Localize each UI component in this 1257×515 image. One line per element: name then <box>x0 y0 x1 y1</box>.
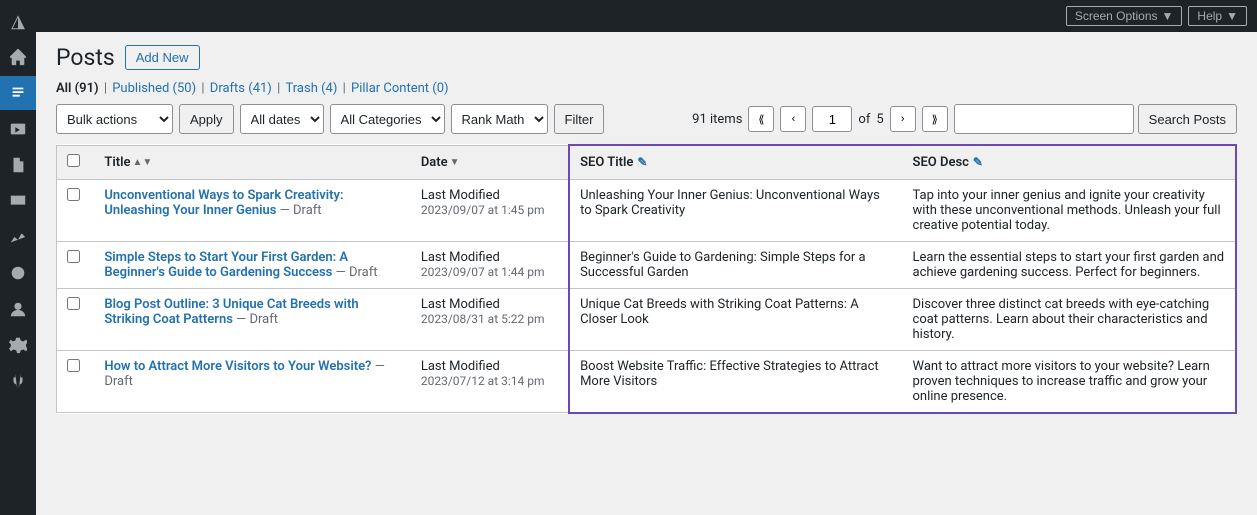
filter-button[interactable]: Filter <box>554 104 605 134</box>
main-content: Screen Options ▼ Help ▼ Posts Add New Al… <box>36 0 1257 515</box>
posts-table: Title ▲▼ Date ▼ SEO Titl <box>56 144 1237 414</box>
table-row: Blog Post Outline: 3 Unique Cat Breeds w… <box>57 288 1237 350</box>
row-seo-desc-cell: Want to attract more visitors to your we… <box>903 350 1236 413</box>
table-row: Unconventional Ways to Spark Creativity:… <box>57 179 1237 241</box>
filter-link-trash[interactable]: Trash (4) <box>285 81 337 96</box>
row-seo-desc-cell: Discover three distinct cat breeds with … <box>903 288 1236 350</box>
row-checkbox-cell <box>57 350 95 413</box>
screen-options-chevron: ▼ <box>1162 9 1174 23</box>
topbar: Screen Options ▼ Help ▼ <box>36 0 1257 32</box>
bulk-actions-select[interactable]: Bulk actions Edit Move to Trash <box>56 104 173 134</box>
row-seo-title-cell: Beginner's Guide to Gardening: Simple St… <box>569 241 902 288</box>
date-label: Last Modified <box>421 359 500 374</box>
th-title[interactable]: Title ▲▼ <box>94 145 410 179</box>
pagination-of: of <box>858 112 870 127</box>
help-button[interactable]: Help ▼ <box>1188 6 1247 26</box>
table-row: How to Attract More Visitors to Your Web… <box>57 350 1237 413</box>
sidebar-icon-settings[interactable] <box>0 328 36 362</box>
row-checkbox-cell <box>57 241 95 288</box>
row-title-cell: How to Attract More Visitors to Your Web… <box>94 350 410 413</box>
row-checkbox-cell <box>57 288 95 350</box>
select-all-checkbox[interactable] <box>67 154 80 167</box>
rank-math-select[interactable]: Rank Math <box>451 104 548 134</box>
row-date-cell: Last Modified 2023/08/31 at 5:22 pm <box>411 288 569 350</box>
add-new-button[interactable]: Add New <box>125 45 200 70</box>
date-value: 2023/09/07 at 1:45 pm <box>421 203 545 217</box>
table-row: Simple Steps to Start Your First Garden:… <box>57 241 1237 288</box>
filter-link-published[interactable]: Published (50) <box>112 81 196 96</box>
items-count: 91 items <box>692 112 742 127</box>
title-sort-icon: ▲▼ <box>132 157 152 168</box>
seo-desc-edit-icon[interactable]: ✎ <box>973 155 983 169</box>
row-title-cell: Blog Post Outline: 3 Unique Cat Breeds w… <box>94 288 410 350</box>
filter-link-drafts[interactable]: Drafts (41) <box>210 81 272 96</box>
sidebar-icon-posts[interactable] <box>0 76 36 110</box>
content-area: Posts Add New All (91) | Published (50) … <box>36 32 1257 515</box>
categories-select[interactable]: All Categories <box>330 104 445 134</box>
date-value: 2023/09/07 at 1:44 pm <box>421 265 545 279</box>
sidebar-icon-wp[interactable]: ◮ <box>0 4 36 38</box>
date-label: Last Modified <box>421 250 500 265</box>
post-status: — Draft <box>280 203 322 218</box>
sidebar-icon-tools2[interactable] <box>0 256 36 290</box>
filter-link-all[interactable]: All (91) <box>56 81 99 96</box>
row-seo-title-cell: Boost Website Traffic: Effective Strateg… <box>569 350 902 413</box>
row-seo-desc-cell: Learn the essential steps to start your … <box>903 241 1236 288</box>
row-seo-title-cell: Unique Cat Breeds with Striking Coat Pat… <box>569 288 902 350</box>
row-checkbox-cell <box>57 179 95 241</box>
next-page-button[interactable]: › <box>890 106 916 132</box>
th-checkbox <box>57 145 95 179</box>
dates-select[interactable]: All dates <box>240 104 324 134</box>
date-sort-icon: ▼ <box>450 157 460 168</box>
search-posts-button[interactable]: Search Posts <box>1138 104 1237 134</box>
sidebar-icon-analytics[interactable] <box>0 220 36 254</box>
row-title-cell: Simple Steps to Start Your First Garden:… <box>94 241 410 288</box>
row-date-cell: Last Modified 2023/07/12 at 3:14 pm <box>411 350 569 413</box>
total-pages: 5 <box>876 112 883 127</box>
date-label: Last Modified <box>421 188 500 203</box>
row-checkbox[interactable] <box>67 250 80 263</box>
post-status: — Draft <box>236 312 278 327</box>
sidebar-icon-comments[interactable] <box>0 184 36 218</box>
first-page-button[interactable]: ⟪ <box>748 106 774 132</box>
help-label: Help <box>1197 9 1222 23</box>
post-title-link[interactable]: Simple Steps to Start Your First Garden:… <box>104 250 348 280</box>
row-seo-title-cell: Unleashing Your Inner Genius: Unconventi… <box>569 179 902 241</box>
post-title-link[interactable]: How to Attract More Visitors to Your Web… <box>104 359 371 374</box>
row-checkbox[interactable] <box>67 188 80 201</box>
sidebar-icon-plugins[interactable] <box>0 364 36 398</box>
page-input[interactable] <box>812 106 852 132</box>
th-date[interactable]: Date ▼ <box>411 145 569 179</box>
sidebar-icon-users[interactable] <box>0 292 36 326</box>
row-date-cell: Last Modified 2023/09/07 at 1:45 pm <box>411 179 569 241</box>
sidebar: ◮ <box>0 0 36 515</box>
date-value: 2023/08/31 at 5:22 pm <box>421 312 545 326</box>
apply-button[interactable]: Apply <box>179 104 234 134</box>
search-input[interactable] <box>954 104 1134 134</box>
last-page-button[interactable]: ⟫ <box>922 106 948 132</box>
prev-page-button[interactable]: ‹ <box>780 106 806 132</box>
post-status: — Draft <box>336 265 378 280</box>
row-checkbox[interactable] <box>67 297 80 310</box>
seo-title-edit-icon[interactable]: ✎ <box>637 155 647 169</box>
row-seo-desc-cell: Tap into your inner genius and ignite yo… <box>903 179 1236 241</box>
row-date-cell: Last Modified 2023/09/07 at 1:44 pm <box>411 241 569 288</box>
screen-options-label: Screen Options <box>1075 9 1158 23</box>
date-value: 2023/07/12 at 3:14 pm <box>421 374 545 388</box>
screen-options-button[interactable]: Screen Options ▼ <box>1066 6 1183 26</box>
post-title-link[interactable]: Blog Post Outline: 3 Unique Cat Breeds w… <box>104 297 358 327</box>
sidebar-icon-media[interactable] <box>0 112 36 146</box>
filter-links: All (91) | Published (50) | Drafts (41) … <box>56 81 1237 96</box>
page-title: Posts <box>56 44 115 71</box>
sidebar-icon-dashboard[interactable] <box>0 40 36 74</box>
row-checkbox[interactable] <box>67 359 80 372</box>
sidebar-icon-pages[interactable] <box>0 148 36 182</box>
page-header: Posts Add New <box>56 44 1237 71</box>
date-label: Last Modified <box>421 297 500 312</box>
filter-link-pillar[interactable]: Pillar Content (0) <box>351 81 449 96</box>
help-chevron: ▼ <box>1226 9 1238 23</box>
th-seo-title: SEO Title ✎ <box>569 145 902 179</box>
th-seo-desc: SEO Desc ✎ <box>903 145 1236 179</box>
row-title-cell: Unconventional Ways to Spark Creativity:… <box>94 179 410 241</box>
